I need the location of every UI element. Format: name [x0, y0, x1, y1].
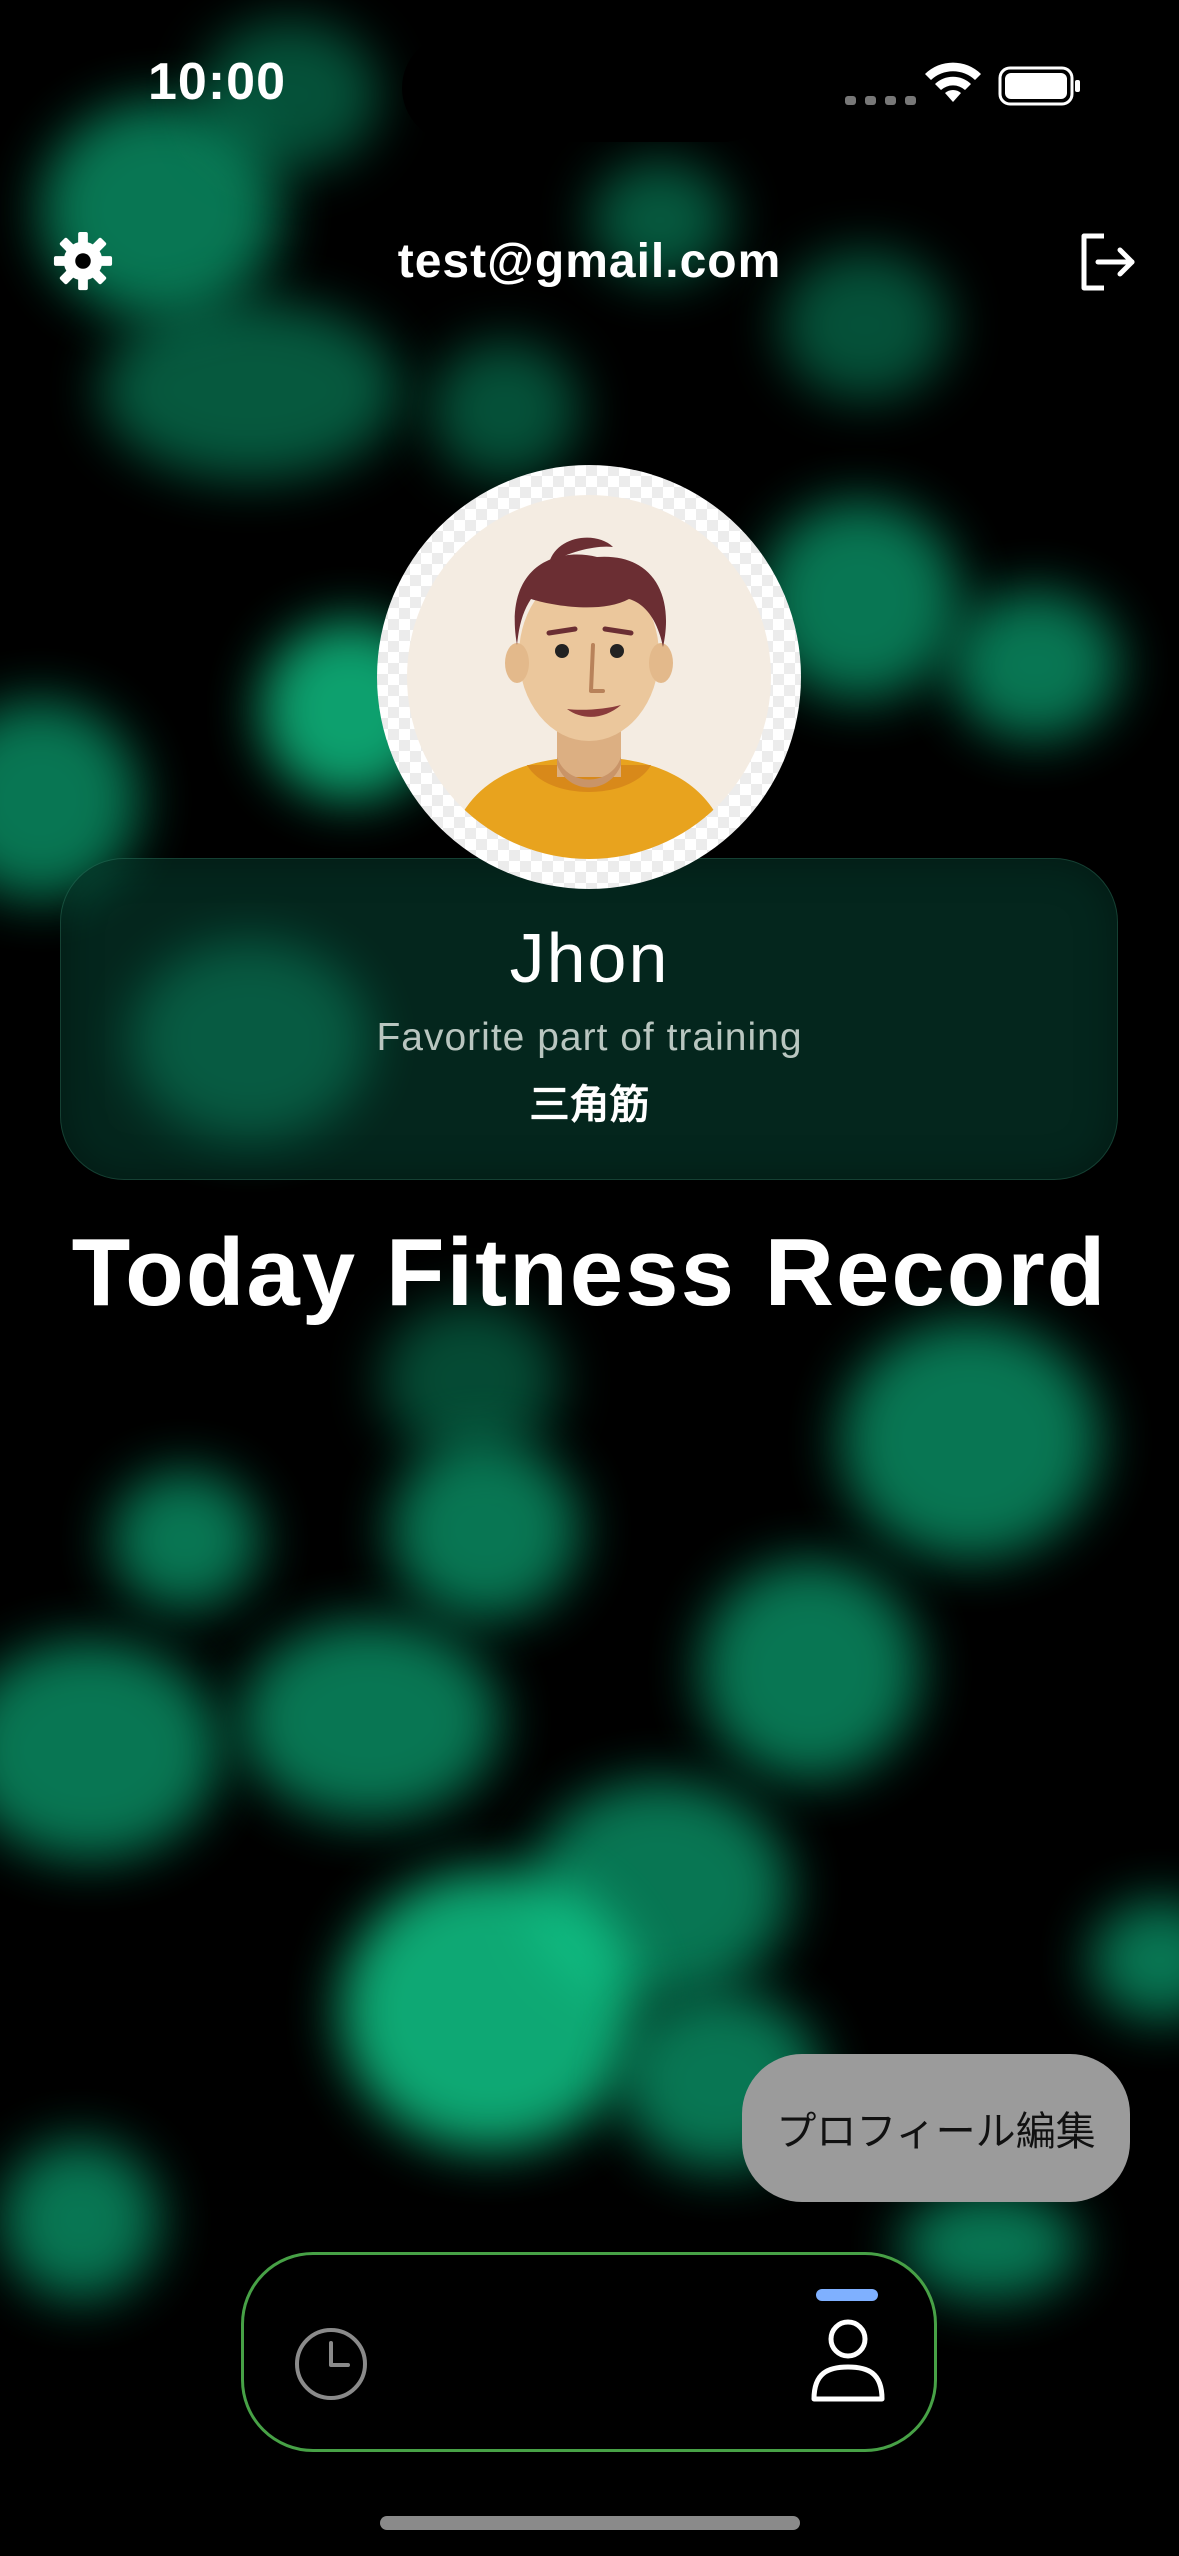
- logout-icon[interactable]: [1074, 230, 1138, 294]
- profile-name: Jhon: [509, 919, 670, 997]
- favorite-part-label: Favorite part of training: [376, 1016, 803, 1059]
- wifi-icon: [925, 62, 981, 102]
- battery-icon: [998, 66, 1080, 106]
- top-header: test@gmail.com: [0, 200, 1179, 320]
- dynamic-island: [402, 34, 776, 142]
- tab-profile[interactable]: [804, 2289, 892, 2409]
- person-icon: [811, 2319, 885, 2402]
- avatar-illustration: [407, 495, 771, 859]
- section-title: Today Fitness Record: [71, 1219, 1108, 1326]
- cellular-icon: [845, 96, 916, 105]
- status-time: 10:00: [148, 53, 286, 111]
- favorite-part-value: 三角筋: [529, 1083, 650, 1127]
- edit-profile-button[interactable]: プロフィール編集: [742, 2054, 1130, 2202]
- avatar[interactable]: [377, 465, 801, 889]
- tab-bar: [241, 2252, 937, 2452]
- status-bar: 10:00: [0, 0, 1179, 180]
- account-email: test@gmail.com: [397, 235, 782, 288]
- clock-icon[interactable]: [292, 2325, 370, 2403]
- home-indicator: [380, 2516, 800, 2530]
- selected-tab-indicator: [816, 2289, 878, 2301]
